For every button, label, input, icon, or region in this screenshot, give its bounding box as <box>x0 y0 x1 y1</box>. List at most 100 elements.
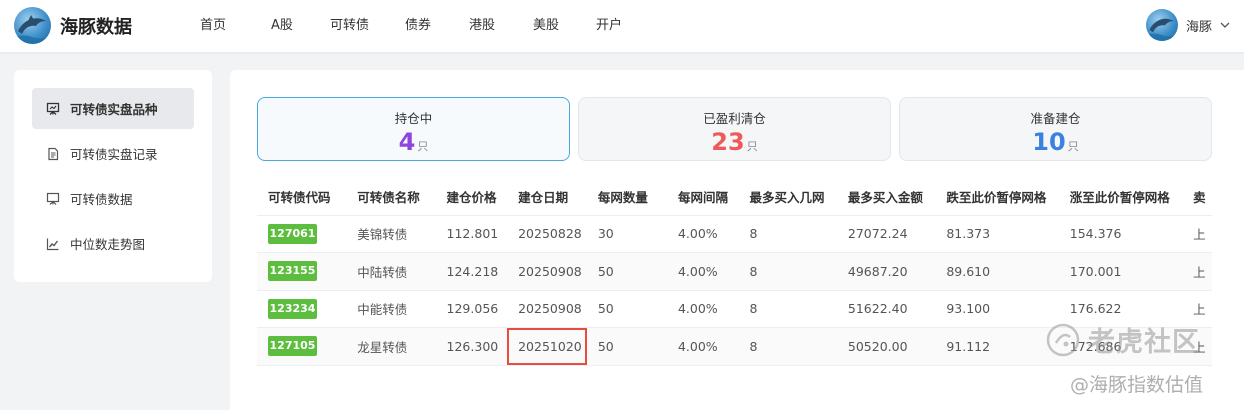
sidebar-item-median-trend[interactable]: 中位数走势图 <box>32 223 194 264</box>
table-cell: 89.610 <box>935 252 1059 291</box>
nav-us-stocks[interactable]: 美股 <box>533 0 596 52</box>
chevron-down-icon[interactable] <box>1220 20 1230 30</box>
easel-icon <box>46 102 60 115</box>
bond-code-tag[interactable]: 123234 <box>268 298 317 319</box>
main-panel: 持仓中 4只 已盈利清仓 23 只 准备建仓 10 只 可转债代码 可转债名称 … <box>230 70 1244 410</box>
table-cell: 27072.24 <box>836 215 936 253</box>
table-cell: 154.376 <box>1058 215 1183 253</box>
table-cell: 49687.20 <box>836 252 936 291</box>
table-cell: 8 <box>738 252 837 291</box>
col-header[interactable]: 建仓日期 <box>507 178 587 216</box>
watermark-author: @海豚指数估值 <box>1070 374 1204 396</box>
sidebar-item-bond-data[interactable]: 可转债数据 <box>32 178 194 219</box>
card-label: 准备建仓 <box>1030 111 1081 126</box>
main-nav: 首页 A股 可转债 债券 港股 美股 开户 <box>200 0 636 52</box>
bond-code-tag[interactable]: 127061 <box>268 223 317 244</box>
easel-icon <box>46 192 60 205</box>
brand-name[interactable]: 海豚数据 <box>60 13 132 39</box>
table-cell: 93.100 <box>935 290 1059 328</box>
col-header[interactable]: 建仓价格 <box>435 178 508 216</box>
document-icon <box>48 147 59 160</box>
table-cell: 124.218 <box>435 252 508 291</box>
table-cell: 112.801 <box>435 215 508 253</box>
highlighted-date-cell: 20251020 <box>507 327 587 366</box>
card-cleared-profit[interactable]: 已盈利清仓 23 只 <box>578 97 891 161</box>
nav-bonds[interactable]: 债券 <box>405 0 469 52</box>
top-navbar: 海豚数据 首页 A股 可转债 债券 港股 美股 开户 海豚 <box>0 0 1244 52</box>
table-cell: 50 <box>586 290 667 328</box>
table-cell: 4.00% <box>666 327 739 366</box>
trend-chart-icon <box>46 238 59 250</box>
sidebar-item-label: 中位数走势图 <box>70 237 146 252</box>
table-cell: 4.00% <box>666 290 739 328</box>
table-row[interactable]: 127061 美锦转债 112.801 20250828 30 4.00% 8 … <box>257 215 1212 253</box>
table-cell: 上 <box>1182 215 1212 253</box>
nav-a-shares[interactable]: A股 <box>271 0 330 52</box>
table-cell: 30 <box>586 215 667 253</box>
table-cell: 中陆转债 <box>346 252 436 291</box>
watermark-line1: 老虎社区 <box>1088 327 1200 358</box>
nav-hk-stocks[interactable]: 港股 <box>469 0 533 52</box>
table-cell: 8 <box>738 215 837 253</box>
col-header[interactable]: 可转债名称 <box>346 178 436 216</box>
sidebar: 可转债实盘品种 可转债实盘记录 可转债数据 中位数走势图 <box>14 70 212 282</box>
table-cell: 20250908 <box>507 290 587 328</box>
nav-home[interactable]: 首页 <box>200 0 271 52</box>
col-header[interactable]: 最多买入金额 <box>836 178 936 216</box>
card-ready-to-build[interactable]: 准备建仓 10 只 <box>899 97 1212 161</box>
table-cell: 50 <box>586 252 667 291</box>
card-count: 23 <box>711 128 745 156</box>
col-header[interactable]: 可转债代码 <box>257 178 347 216</box>
table-cell: 126.300 <box>435 327 508 366</box>
col-header[interactable]: 每网间隔 <box>666 178 739 216</box>
table-cell: 上 <box>1182 252 1212 291</box>
card-unit: 只 <box>1067 140 1079 153</box>
user-menu[interactable]: 海豚 <box>1145 9 1230 41</box>
user-name[interactable]: 海豚 <box>1186 16 1212 35</box>
sidebar-item-label: 可转债实盘记录 <box>70 147 158 162</box>
table-cell: 50520.00 <box>836 327 936 366</box>
nav-open-account[interactable]: 开户 <box>596 0 636 52</box>
sidebar-item-live-records[interactable]: 可转债实盘记录 <box>32 133 194 174</box>
table-cell: 8 <box>738 290 837 328</box>
table-cell: 8 <box>738 327 837 366</box>
dolphin-logo-icon[interactable] <box>14 7 51 44</box>
table-cell: 20250908 <box>507 252 587 291</box>
table-cell: 龙星转债 <box>346 327 436 366</box>
col-header[interactable]: 卖 <box>1182 178 1212 216</box>
table-cell: 129.056 <box>435 290 508 328</box>
bond-code-tag[interactable]: 123155 <box>268 261 317 282</box>
table-cell: 50 <box>586 327 667 366</box>
avatar[interactable] <box>1145 9 1178 41</box>
card-unit: 只 <box>417 140 429 153</box>
summary-cards: 持仓中 4只 已盈利清仓 23 只 准备建仓 10 只 <box>257 97 1212 161</box>
sidebar-item-label: 可转债实盘品种 <box>70 102 158 117</box>
table-cell: 170.001 <box>1058 252 1183 291</box>
sidebar-item-label: 可转债数据 <box>70 192 133 207</box>
table-cell: 美锦转债 <box>346 215 436 253</box>
nav-convertible-bonds[interactable]: 可转债 <box>330 0 405 52</box>
card-count: 4 <box>398 128 416 156</box>
card-holding[interactable]: 持仓中 4只 <box>257 97 570 161</box>
table-cell: 81.373 <box>935 215 1059 253</box>
bond-code-tag[interactable]: 127105 <box>268 336 317 357</box>
table-cell: 51622.40 <box>836 290 936 328</box>
table-cell: 20250828 <box>507 215 587 253</box>
card-unit: 只 <box>746 140 758 153</box>
card-label: 已盈利清仓 <box>703 111 766 126</box>
community-logo-icon <box>1046 323 1080 356</box>
col-header[interactable]: 最多买入几网 <box>738 178 837 216</box>
sidebar-item-live-holdings[interactable]: 可转债实盘品种 <box>32 88 194 129</box>
table-row[interactable]: 123155 中陆转债 124.218 20250908 50 4.00% 8 … <box>257 252 1212 291</box>
table-cell: 中能转债 <box>346 290 436 328</box>
table-cell: 91.112 <box>935 327 1059 366</box>
watermark-community: 老虎社区 <box>1046 320 1200 359</box>
col-header[interactable]: 涨至此价暂停网格 <box>1058 178 1183 216</box>
col-header[interactable]: 跌至此价暂停网格 <box>935 178 1059 216</box>
table-header-row: 可转债代码 可转债名称 建仓价格 建仓日期 每网数量 每网间隔 最多买入几网 最… <box>257 178 1212 216</box>
card-label: 持仓中 <box>394 111 433 126</box>
col-header[interactable]: 每网数量 <box>586 178 667 216</box>
table-cell: 4.00% <box>666 215 739 253</box>
table-cell: 4.00% <box>666 252 739 291</box>
card-count: 10 <box>1032 128 1066 156</box>
